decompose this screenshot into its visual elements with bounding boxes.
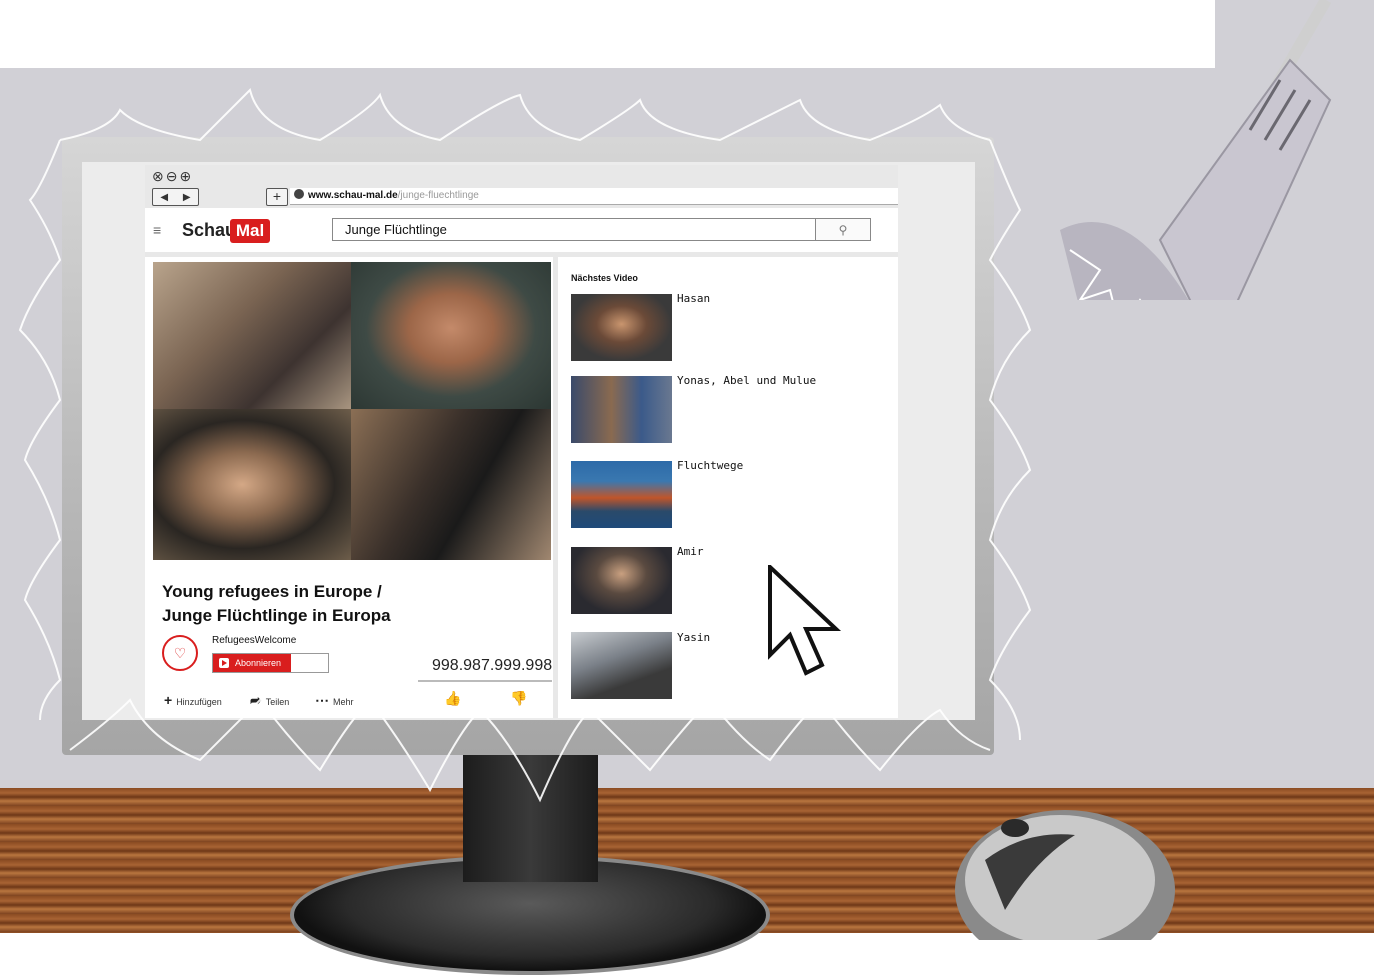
computer-mouse-icon [955,810,1175,940]
